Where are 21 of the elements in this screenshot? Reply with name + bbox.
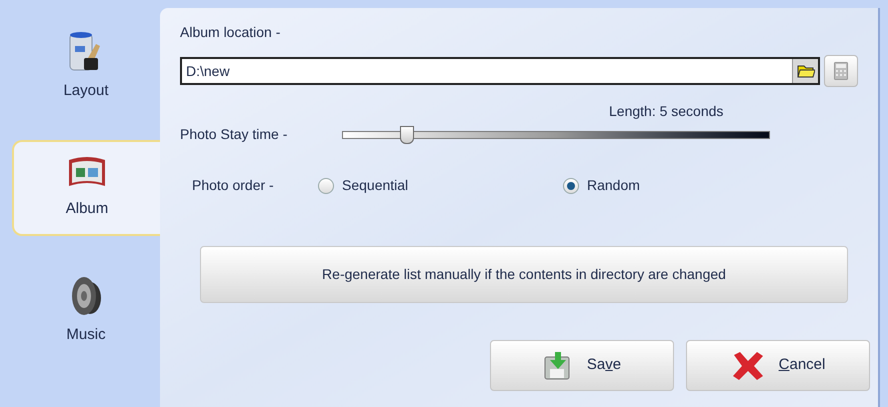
cancel-button[interactable]: Cancel (686, 340, 870, 391)
sidebar-tab[interactable]: Layout (12, 26, 160, 106)
slider-thumb[interactable] (400, 126, 414, 144)
sidebar-tab[interactable]: Album (12, 140, 160, 236)
sidebar-tab[interactable]: Music (12, 270, 160, 350)
length-reading: Length: 5 seconds (609, 102, 724, 121)
field-label: Album location - (180, 23, 280, 42)
radio-label: Random (587, 176, 640, 195)
radio-label: Sequential (342, 176, 408, 195)
save-button[interactable]: Save (490, 340, 674, 391)
folder-icon (796, 64, 815, 78)
close-icon (730, 350, 765, 380)
field-label: Photo order - (192, 176, 275, 195)
calculator-icon (834, 62, 848, 80)
path-field[interactable]: D:\new (180, 57, 820, 85)
browse-button[interactable] (792, 59, 818, 83)
radio-button[interactable] (318, 178, 334, 194)
calculator-button[interactable] (824, 55, 858, 87)
regenerate-button[interactable]: Re-generate list manually if the contents in directory are changed (200, 246, 848, 303)
radio-button[interactable] (563, 178, 579, 194)
field-label: Photo Stay time - (180, 125, 288, 144)
